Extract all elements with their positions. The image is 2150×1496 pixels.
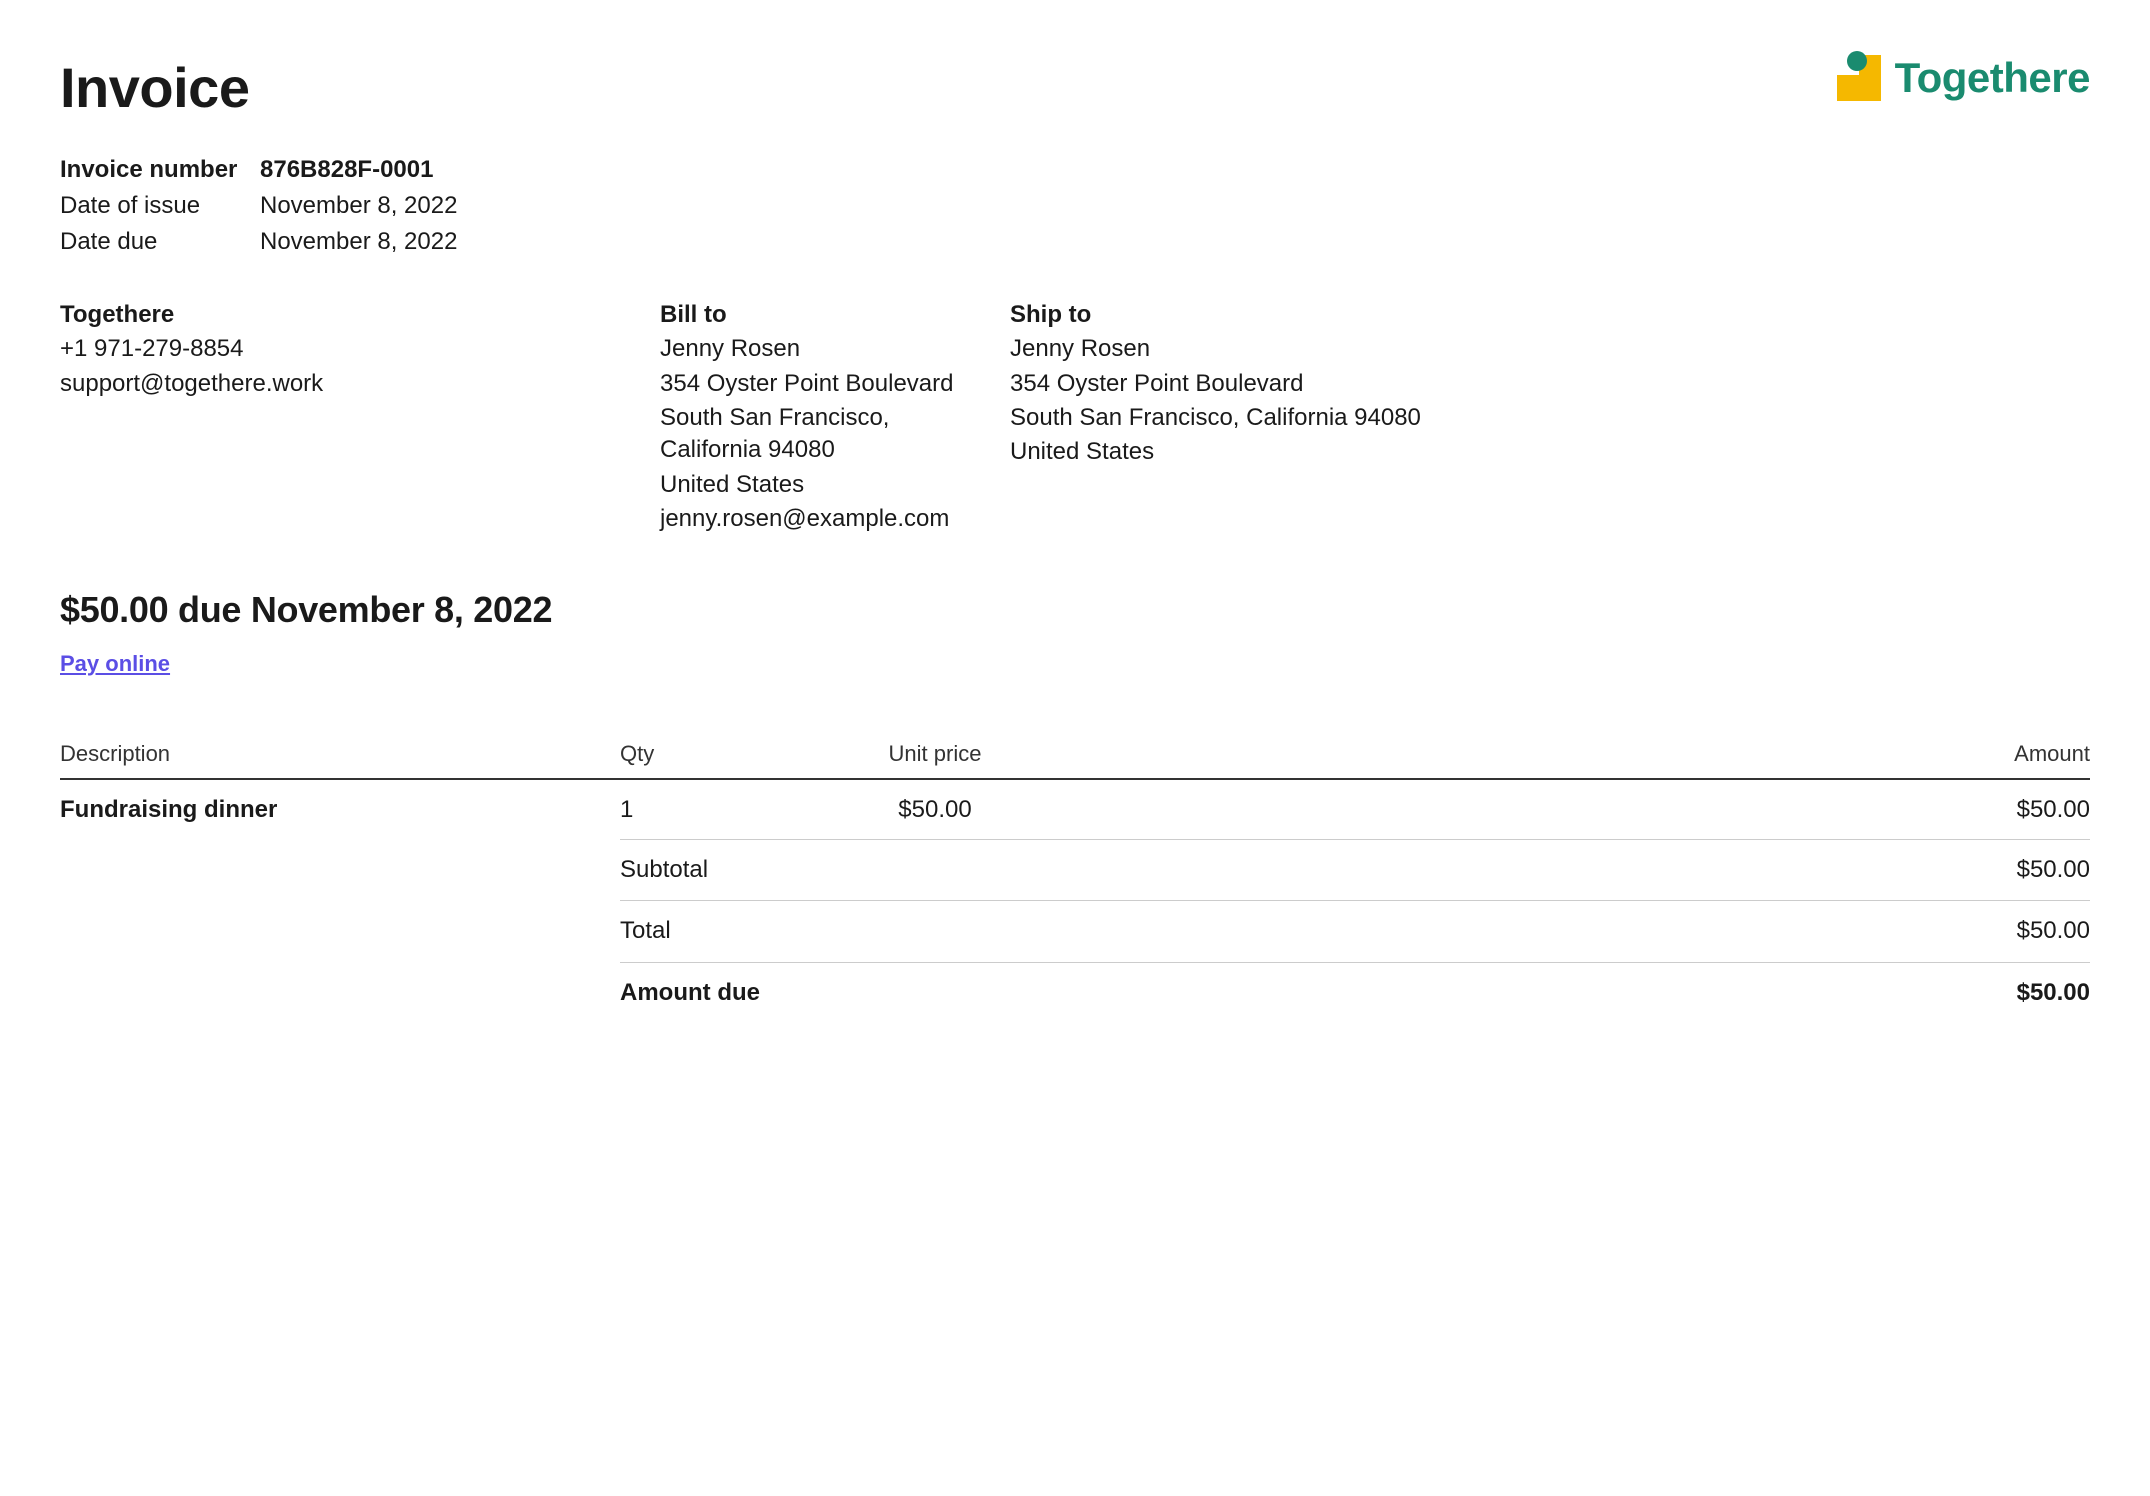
col-header-qty: Qty: [620, 739, 810, 769]
invoice-number-value: 876B828F-0001: [260, 154, 433, 186]
pay-online-link[interactable]: Pay online: [60, 649, 170, 679]
brand-logo: Togethere: [1837, 50, 2090, 107]
ship-to-country: United States: [1010, 436, 2090, 468]
line-items-header: Description Qty Unit price Amount: [60, 739, 2090, 781]
line-item-description: Fundraising dinner: [60, 794, 620, 826]
ship-to-street: 354 Oyster Point Boulevard: [1010, 368, 2090, 400]
bill-to-city-state-zip: South San Francisco, California 94080: [660, 402, 970, 467]
from-name: Togethere: [60, 299, 620, 331]
ship-to-heading: Ship to: [1010, 299, 2090, 331]
col-header-description: Description: [60, 739, 620, 769]
line-item-amount: $50.00: [1060, 794, 2090, 826]
invoice-number-label: Invoice number: [60, 154, 240, 186]
line-item-unit-price: $50.00: [810, 794, 1060, 826]
page-title: Invoice: [60, 50, 249, 126]
date-due-value: November 8, 2022: [260, 226, 457, 258]
meta-row-invoice-number: Invoice number 876B828F-0001: [60, 154, 2090, 186]
amount-due-value: $50.00: [2017, 977, 2090, 1009]
bill-to-country: United States: [660, 469, 970, 501]
meta-row-date-due: Date due November 8, 2022: [60, 226, 2090, 258]
amount-due-summary: $50.00 due November 8, 2022: [60, 586, 2090, 635]
amount-due-label: Amount due: [620, 977, 760, 1009]
ship-to-city-state-zip: South San Francisco, California 94080: [1010, 402, 2090, 434]
total-label: Total: [620, 915, 671, 947]
line-items-table: Description Qty Unit price Amount Fundra…: [60, 739, 2090, 1023]
line-item-qty: 1: [620, 794, 810, 826]
bill-to-heading: Bill to: [660, 299, 970, 331]
date-of-issue-label: Date of issue: [60, 190, 240, 222]
ship-to-block: Ship to Jenny Rosen 354 Oyster Point Bou…: [1010, 299, 2090, 538]
bill-to-block: Bill to Jenny Rosen 354 Oyster Point Bou…: [660, 299, 970, 538]
brand-name: Togethere: [1895, 50, 2090, 107]
bill-to-street: 354 Oyster Point Boulevard: [660, 368, 970, 400]
bill-to-name: Jenny Rosen: [660, 333, 970, 365]
parties-section: Togethere +1 971-279-8854 support@togeth…: [60, 299, 2090, 538]
bill-to-email: jenny.rosen@example.com: [660, 503, 970, 535]
date-due-label: Date due: [60, 226, 240, 258]
subtotal-label: Subtotal: [620, 854, 708, 886]
from-phone: +1 971-279-8854: [60, 333, 620, 365]
col-header-amount: Amount: [1060, 739, 2090, 769]
brand-logo-mark-icon: [1837, 55, 1881, 101]
ship-to-name: Jenny Rosen: [1010, 333, 2090, 365]
col-header-unit-price: Unit price: [810, 739, 1060, 769]
header-row: Invoice Togethere: [60, 50, 2090, 126]
date-of-issue-value: November 8, 2022: [260, 190, 457, 222]
subtotal-row: Subtotal $50.00: [620, 839, 2090, 900]
subtotal-value: $50.00: [2017, 854, 2090, 886]
total-value: $50.00: [2017, 915, 2090, 947]
table-row: Fundraising dinner 1 $50.00 $50.00: [60, 780, 2090, 838]
from-block: Togethere +1 971-279-8854 support@togeth…: [60, 299, 620, 538]
amount-due-row: Amount due $50.00: [620, 962, 2090, 1023]
meta-row-date-of-issue: Date of issue November 8, 2022: [60, 190, 2090, 222]
from-email: support@togethere.work: [60, 368, 620, 400]
total-row: Total $50.00: [620, 900, 2090, 961]
totals-block: Subtotal $50.00 Total $50.00 Amount due …: [620, 839, 2090, 1023]
invoice-meta: Invoice number 876B828F-0001 Date of iss…: [60, 154, 2090, 259]
